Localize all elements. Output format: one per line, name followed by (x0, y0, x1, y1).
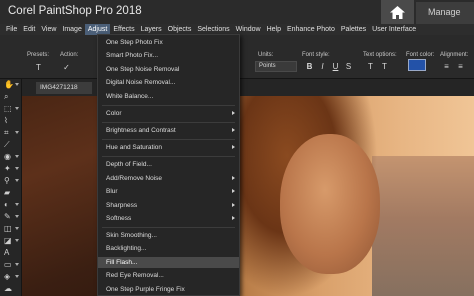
fill-tool-icon[interactable]: ◪ (3, 235, 19, 246)
units-select[interactable]: Points (255, 61, 297, 72)
apply-check-icon[interactable]: ✓ (62, 63, 71, 72)
menu-softness-label: Softness (106, 215, 132, 222)
menu-red-eye-removal[interactable]: Red Eye Removal... (98, 270, 239, 281)
menu-softness[interactable]: Softness (98, 213, 239, 224)
document-tab[interactable]: IMG4271218 (36, 82, 92, 94)
menu-blur-label: Blur (106, 188, 118, 195)
color-changer-icon[interactable]: ◈ (3, 271, 19, 282)
zoom-tool-icon[interactable]: ⌕ (3, 91, 19, 102)
strikethrough-icon[interactable]: S (344, 62, 353, 71)
menu-file[interactable]: File (3, 24, 20, 35)
menu-backlighting[interactable]: Backlighting... (98, 243, 239, 254)
home-icon (390, 5, 405, 19)
clone-brush-icon[interactable]: ⚲ (3, 175, 19, 186)
font-color-label: Font color: (406, 52, 435, 58)
submenu-arrow-icon (232, 203, 235, 207)
menu-color-label: Color (106, 110, 122, 117)
align-center-icon[interactable]: ≡ (456, 62, 465, 71)
superscript-icon[interactable]: T (366, 62, 375, 71)
menu-separator (102, 156, 235, 157)
text-tool-icon[interactable]: A (3, 247, 19, 258)
menu-color[interactable]: Color (98, 108, 239, 119)
menu-skin-smoothing[interactable]: Skin Smoothing... (98, 230, 239, 241)
menu-white-balance[interactable]: White Balance... (98, 91, 239, 102)
font-style-label: Font style: (302, 52, 330, 58)
menu-separator (102, 122, 235, 123)
photo-sea (372, 156, 474, 296)
menu-separator (102, 105, 235, 106)
title-bar: Corel PaintShop Pro 2018 Manage (0, 0, 474, 24)
units-label: Units: (258, 52, 274, 58)
menu-add-remove-noise-label: Add/Remove Noise (106, 175, 162, 182)
menu-digital-noise-removal[interactable]: Digital Noise Removal... (98, 77, 239, 88)
tools-toolbar: ✋ ⌕ ⬚ ⌇ ⌗ ⟋ ◉ ✦ ⚲ ▰ ◐ ✎ ◫ ◪ A ▭ ◈ ☁ (0, 79, 22, 296)
menu-add-remove-noise[interactable]: Add/Remove Noise (98, 173, 239, 184)
photo-canvas[interactable] (22, 96, 474, 296)
crop-tool-icon[interactable]: ⌗ (3, 127, 19, 138)
retouch-tool-icon[interactable]: ☁ (3, 283, 19, 294)
menu-user-interface[interactable]: User Interface (369, 24, 419, 35)
menu-hue-saturation[interactable]: Hue and Saturation (98, 142, 239, 153)
menu-palettes[interactable]: Palettes (338, 24, 369, 35)
photo-face (280, 134, 380, 274)
menu-one-step-photo-fix[interactable]: One Step Photo Fix (98, 37, 239, 48)
menu-enhance-photo[interactable]: Enhance Photo (284, 24, 338, 35)
submenu-arrow-icon (232, 111, 235, 115)
presets-label: Presets: (27, 52, 50, 58)
paint-brush-icon[interactable]: ✎ (3, 211, 19, 222)
subscript-icon[interactable]: T (380, 62, 389, 71)
red-eye-tool-icon[interactable]: ◉ (3, 151, 19, 162)
menu-one-step-purple-fringe-fix[interactable]: One Step Purple Fringe Fix (98, 284, 239, 295)
menu-edit[interactable]: Edit (20, 24, 38, 35)
menu-separator (102, 227, 235, 228)
italic-icon[interactable]: I (318, 62, 327, 71)
menu-separator (102, 139, 235, 140)
pan-tool-icon[interactable]: ✋ (3, 79, 19, 90)
menu-sharpness-label: Sharpness (106, 202, 138, 209)
menu-image[interactable]: Image (59, 24, 84, 35)
freehand-selection-icon[interactable]: ⌇ (3, 115, 19, 126)
adjust-menu: One Step Photo Fix Smart Photo Fix... On… (97, 34, 240, 296)
home-button[interactable] (381, 0, 414, 24)
menu-brightness-contrast-label: Brightness and Contrast (106, 127, 176, 134)
menu-depth-of-field[interactable]: Depth of Field... (98, 159, 239, 170)
submenu-arrow-icon (232, 176, 235, 180)
submenu-arrow-icon (232, 145, 235, 149)
action-label: Action: (60, 52, 79, 58)
straighten-tool-icon[interactable]: ⟋ (3, 139, 19, 150)
menu-brightness-contrast[interactable]: Brightness and Contrast (98, 125, 239, 136)
selection-tool-icon[interactable]: ⬚ (3, 103, 19, 114)
manage-tab[interactable]: Manage (416, 2, 474, 24)
submenu-arrow-icon (232, 189, 235, 193)
alignment-label: Alignment: (440, 52, 469, 58)
presets-dropdown-icon[interactable]: T (34, 63, 43, 72)
text-options-label: Text options: (363, 52, 397, 58)
makeover-tool-icon[interactable]: ✦ (3, 163, 19, 174)
menu-smart-photo-fix[interactable]: Smart Photo Fix... (98, 50, 239, 61)
menu-view[interactable]: View (38, 24, 59, 35)
menu-one-step-noise-removal[interactable]: One Step Noise Removal (98, 64, 239, 75)
font-color-swatch[interactable] (408, 59, 426, 71)
submenu-arrow-icon (232, 128, 235, 132)
shape-tool-icon[interactable]: ▭ (3, 259, 19, 270)
menu-fill-flash[interactable]: Fill Flash... (98, 257, 239, 268)
menu-help[interactable]: Help (264, 24, 284, 35)
eraser-icon[interactable]: ◫ (3, 223, 19, 234)
submenu-arrow-icon (232, 216, 235, 220)
object-remover-icon[interactable]: ◐ (3, 199, 19, 210)
scratch-remover-icon[interactable]: ▰ (3, 187, 19, 198)
menu-blur[interactable]: Blur (98, 186, 239, 197)
align-left-icon[interactable]: ≡ (442, 62, 451, 71)
bold-icon[interactable]: B (305, 62, 314, 71)
app-title: Corel PaintShop Pro 2018 (8, 5, 142, 17)
menu-sharpness[interactable]: Sharpness (98, 200, 239, 211)
underline-icon[interactable]: U (331, 62, 340, 71)
menu-hue-saturation-label: Hue and Saturation (106, 144, 163, 151)
